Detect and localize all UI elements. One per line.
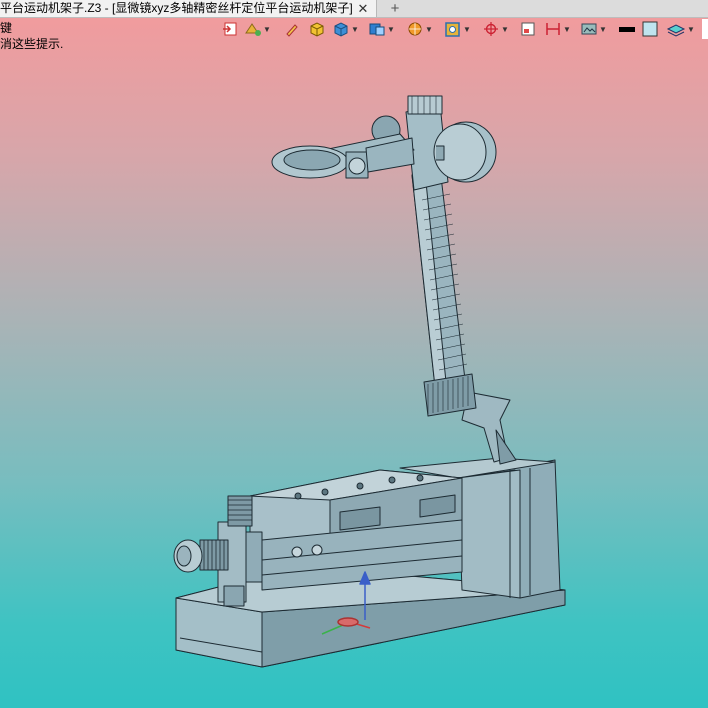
screen-capture-button[interactable]: ▼ xyxy=(580,19,607,39)
microscope-holder-arm[interactable] xyxy=(271,133,415,179)
pencil-eraser-icon xyxy=(286,24,298,37)
color-filter-button[interactable]: ▼ xyxy=(244,19,271,39)
view-toolbar: ▼ ▼ ▼ ▼ ▼ ▼ ▼ ▼ ▼ xyxy=(222,19,708,41)
exit-sketch-button[interactable] xyxy=(222,19,238,39)
texture-mapping-button[interactable]: ▼ xyxy=(444,19,471,39)
shaded-box-button[interactable] xyxy=(308,19,326,39)
color-filter-icon xyxy=(245,23,261,36)
document-tab-title: 平台运动机架子.Z3 - [显微镜xyz多轴精密丝杆定位平台运动机架子] xyxy=(0,1,353,15)
dimension-icon xyxy=(546,23,560,35)
line-color-icon xyxy=(619,27,635,32)
exit-sketch-icon xyxy=(223,22,237,36)
toolbar-overflow xyxy=(702,19,708,39)
document-tab-bar: 平台运动机架子.Z3 - [显微镜xyz多轴精密丝杆定位平台运动机架子] ✕ + xyxy=(0,0,708,18)
texture-mapping-icon xyxy=(445,22,460,37)
document-tab[interactable]: 平台运动机架子.Z3 - [显微镜xyz多轴精密丝杆定位平台运动机架子] ✕ xyxy=(0,0,377,17)
new-tab-button[interactable]: + xyxy=(388,0,402,17)
face-color-icon xyxy=(642,21,658,37)
shaded-box-icon xyxy=(310,22,324,37)
render-sphere-icon xyxy=(408,22,422,36)
view-cube-icon xyxy=(334,22,348,37)
view-cube-button[interactable]: ▼ xyxy=(332,19,359,39)
snap-target-button[interactable]: ▼ xyxy=(482,19,509,39)
close-tab-icon[interactable]: ✕ xyxy=(356,0,370,17)
display-mode-icon xyxy=(369,23,385,36)
frame-button[interactable] xyxy=(520,19,536,39)
snap-target-icon xyxy=(484,22,498,36)
frame-icon xyxy=(521,22,535,36)
cad-viewport[interactable] xyxy=(0,50,708,708)
hint-line-1: 键 xyxy=(0,21,13,35)
display-mode-button[interactable]: ▼ xyxy=(368,19,395,39)
pencil-eraser-button[interactable] xyxy=(284,19,298,39)
face-color-button[interactable] xyxy=(642,19,658,39)
screen-capture-icon xyxy=(581,23,597,35)
line-color-button[interactable] xyxy=(618,19,636,39)
layer-button[interactable]: ▼ xyxy=(666,19,695,39)
dimension-button[interactable]: ▼ xyxy=(544,19,571,39)
render-sphere-button[interactable]: ▼ xyxy=(406,19,433,39)
vertical-column[interactable] xyxy=(411,167,477,417)
layer-icon xyxy=(666,24,686,37)
